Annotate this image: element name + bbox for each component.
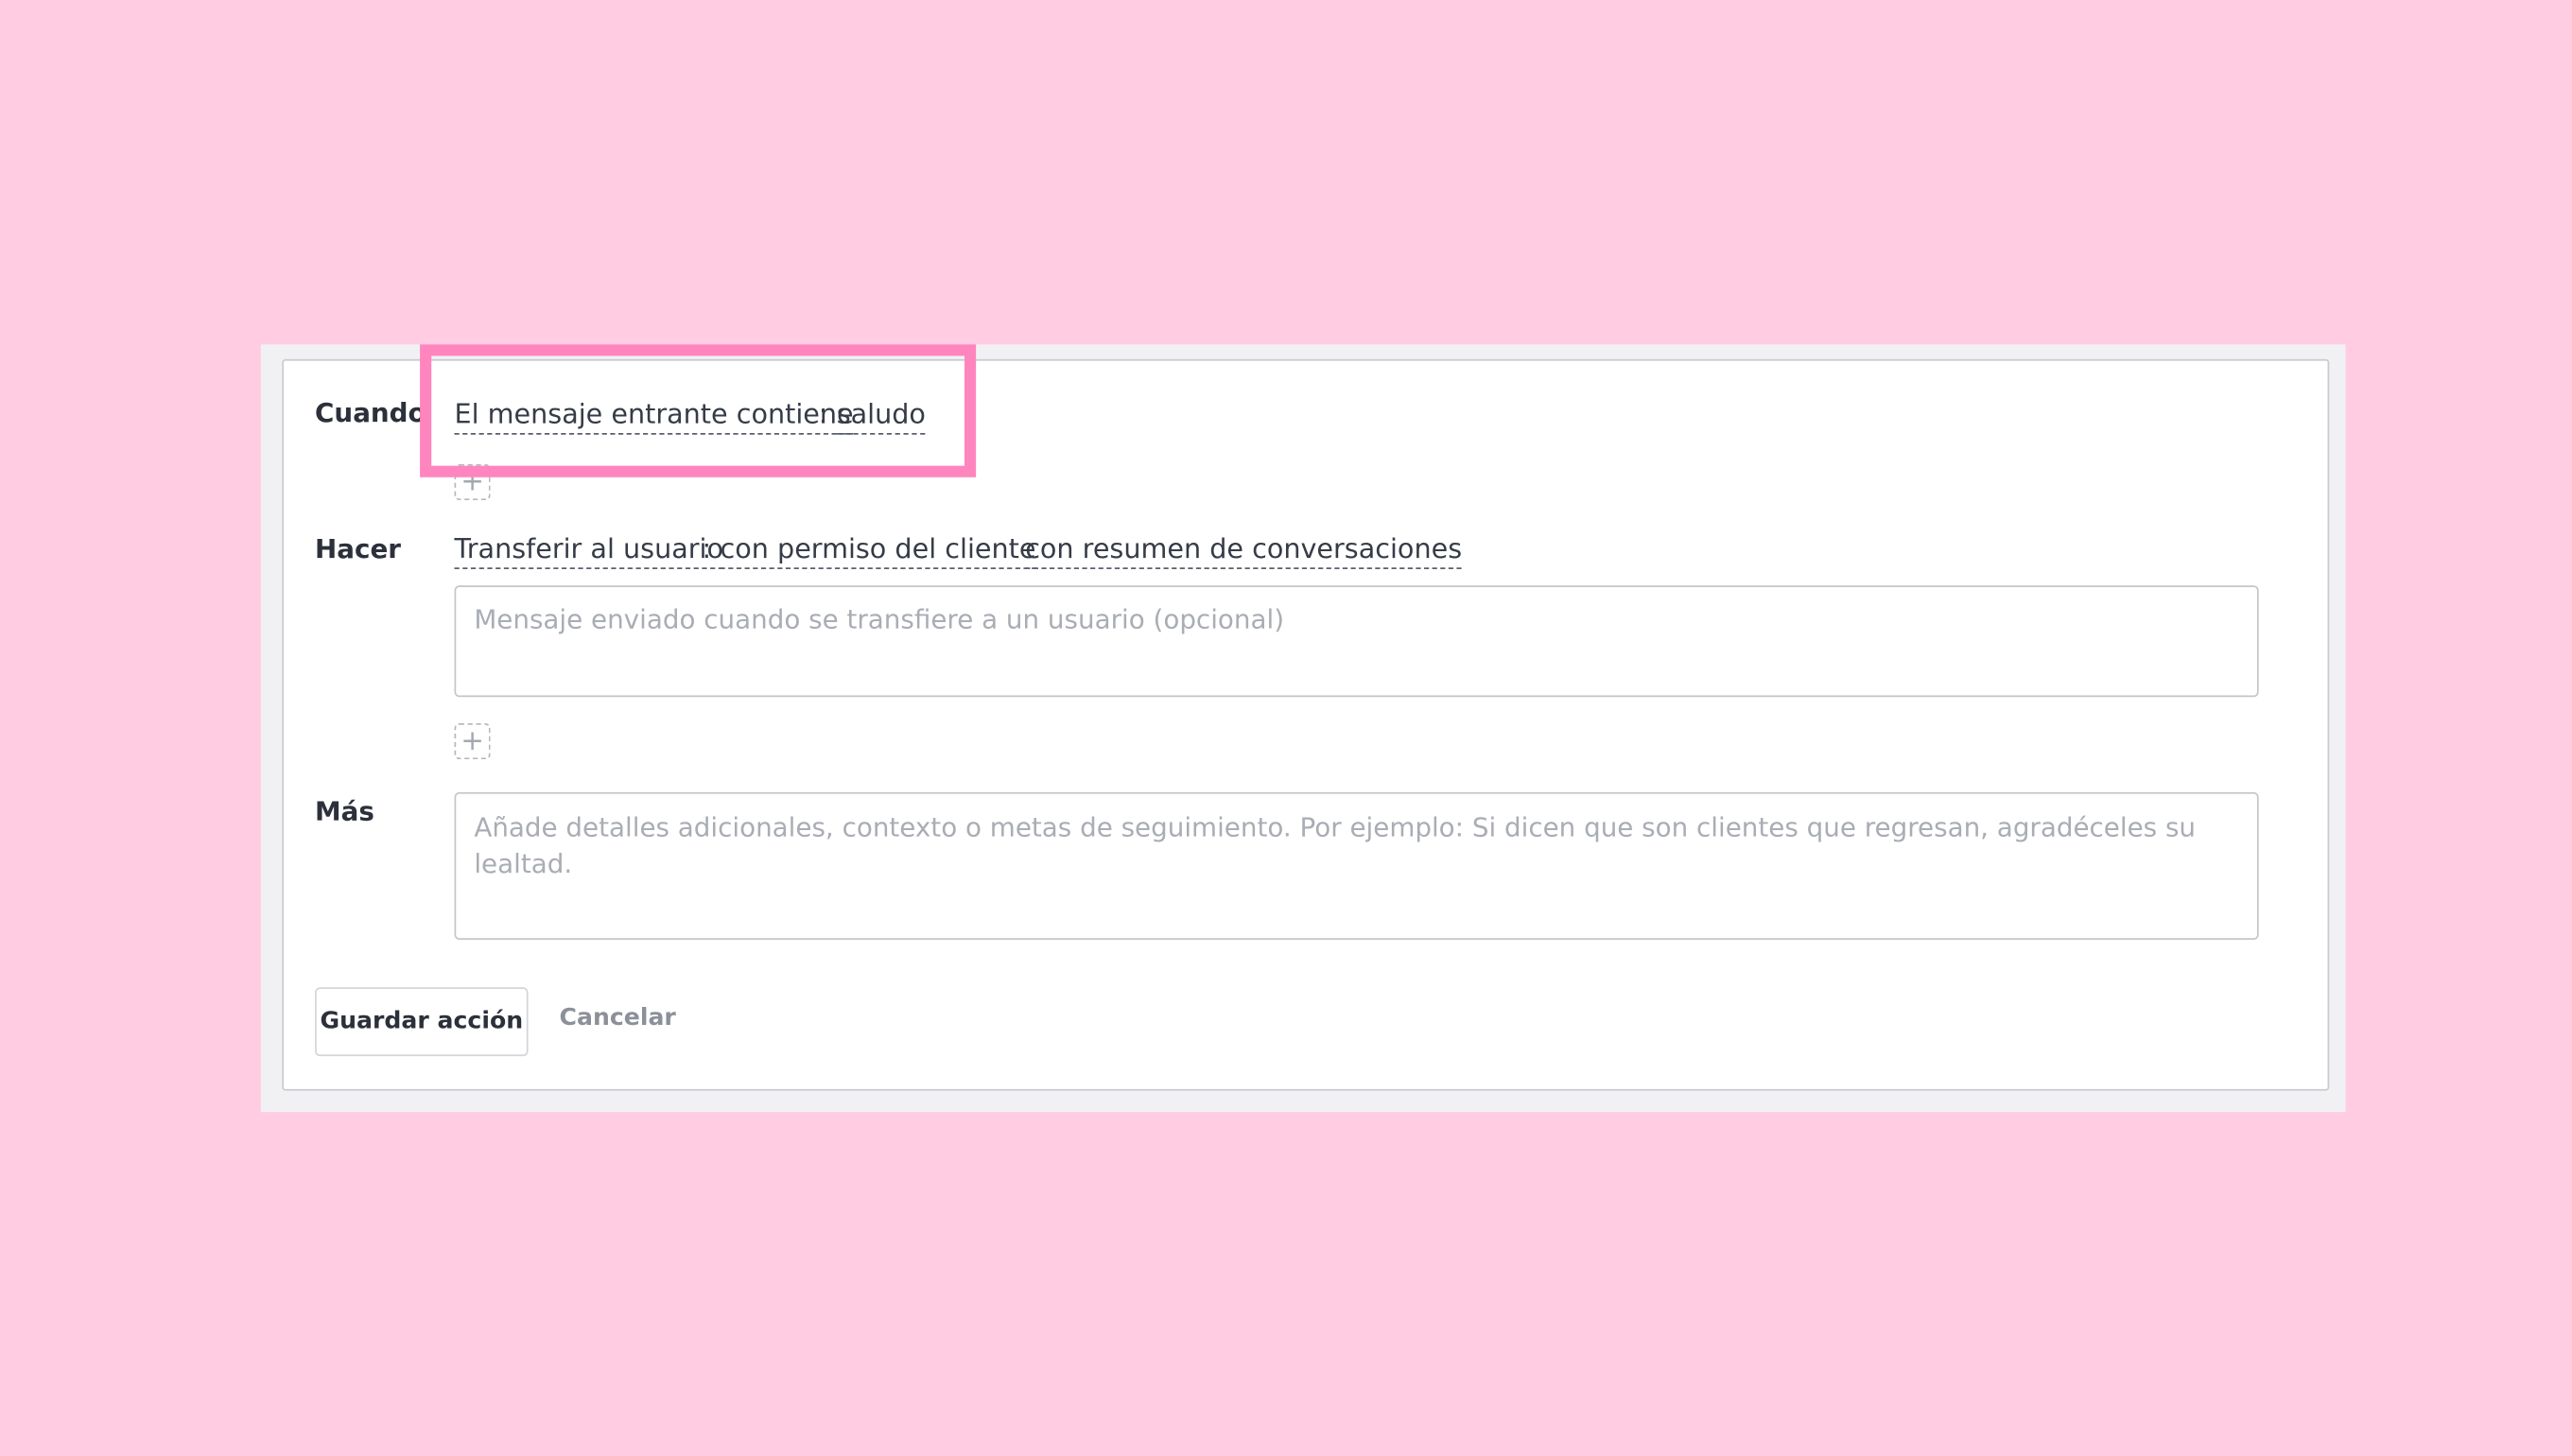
- rule-editor-frame: Cuando El mensaje entrante contiene : sa…: [260, 344, 2346, 1113]
- do-action-token[interactable]: Transferir al usuario: [454, 531, 724, 569]
- plus-icon: +: [461, 464, 484, 498]
- save-action-button[interactable]: Guardar acción: [315, 987, 529, 1057]
- do-option-permission-token[interactable]: con permiso del cliente: [720, 531, 1036, 569]
- do-colon: :: [702, 532, 712, 564]
- when-label: Cuando: [315, 396, 426, 428]
- add-condition-button[interactable]: +: [454, 463, 491, 501]
- do-option-summary-token[interactable]: con resumen de conversaciones: [1025, 531, 1463, 569]
- rule-editor-card: Cuando El mensaje entrante contiene : sa…: [282, 358, 2330, 1091]
- more-label: Más: [315, 795, 374, 827]
- plus-icon: +: [461, 723, 484, 757]
- when-condition-token[interactable]: El mensaje entrante contiene: [454, 397, 854, 435]
- transfer-message-input[interactable]: [454, 585, 2259, 698]
- additional-details-input[interactable]: [454, 791, 2259, 940]
- cancel-button[interactable]: Cancelar: [560, 1005, 676, 1031]
- do-label: Hacer: [315, 532, 401, 564]
- when-value-token[interactable]: saludo: [836, 397, 926, 435]
- add-action-button[interactable]: +: [454, 723, 491, 760]
- when-colon: :: [818, 398, 828, 430]
- stage: Cuando El mensaje entrante contiene : sa…: [0, 0, 2572, 1456]
